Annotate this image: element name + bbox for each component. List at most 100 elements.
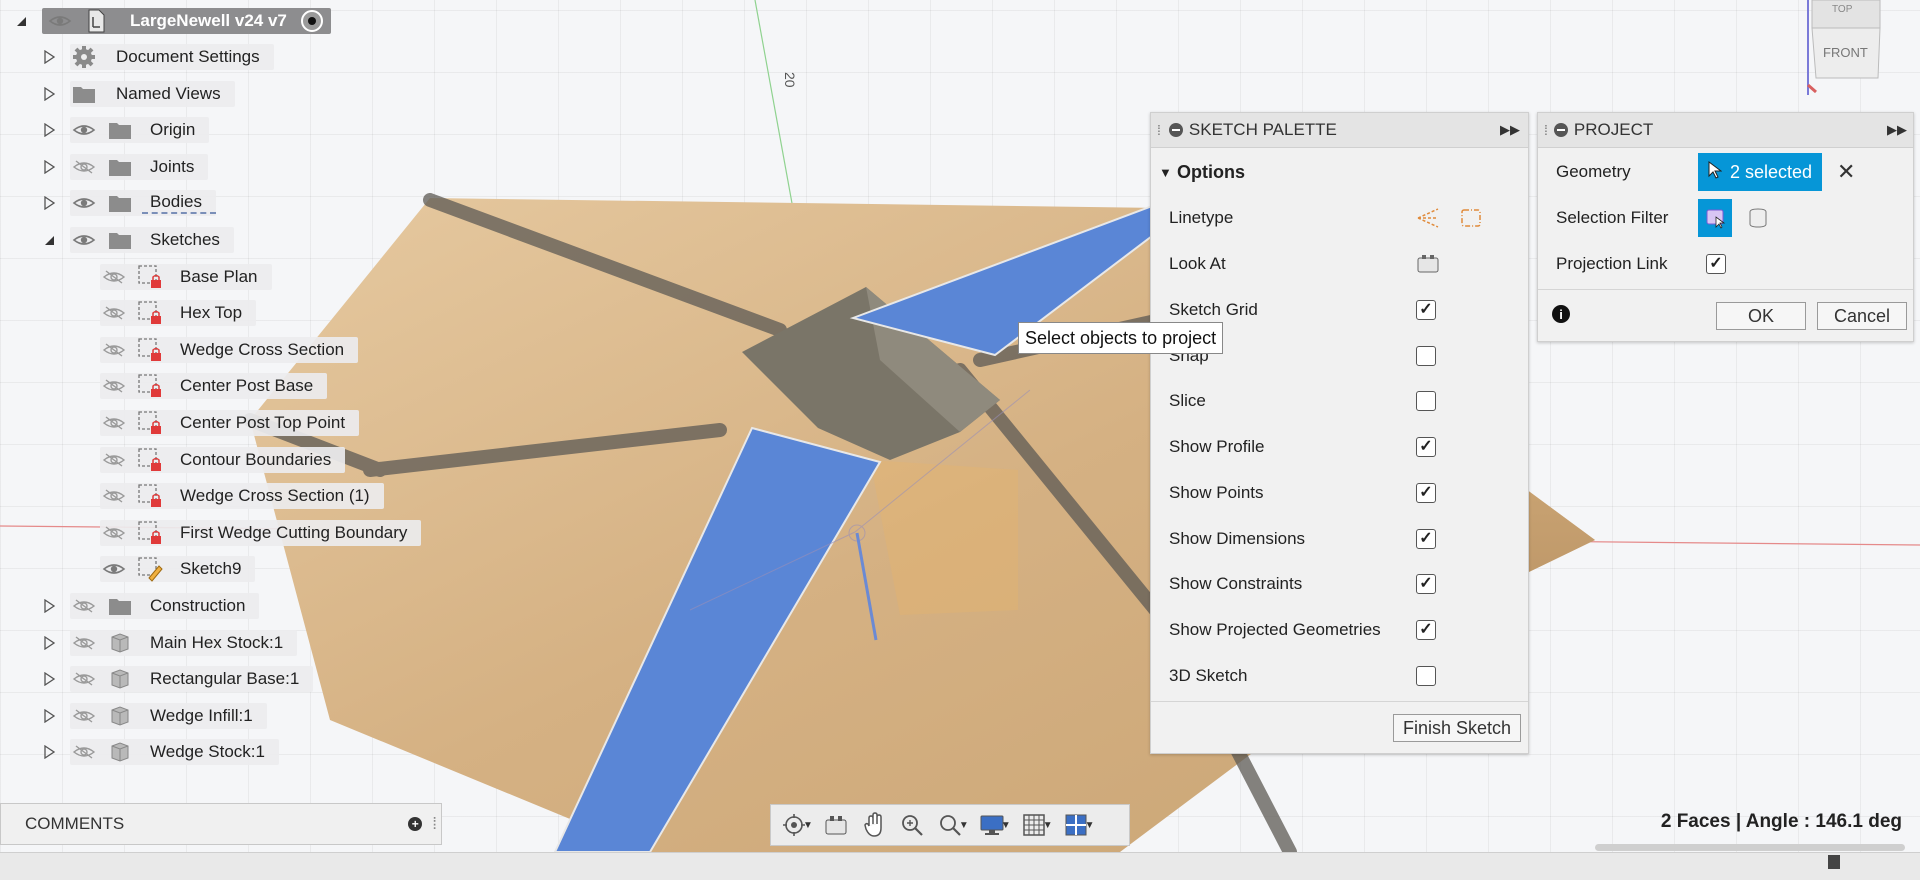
- palette-option-checkbox[interactable]: [1416, 619, 1436, 640]
- visibility-hidden-icon[interactable]: [70, 667, 98, 691]
- look-at-icon[interactable]: [1416, 252, 1440, 276]
- tree-expand-icon[interactable]: [42, 635, 56, 650]
- tree-collapse-icon[interactable]: [42, 233, 56, 247]
- project-dialog-header[interactable]: ⁞ PROJECT ▶▶: [1538, 113, 1913, 148]
- tree-item[interactable]: Main Hex Stock:1: [42, 628, 298, 658]
- ok-button[interactable]: OK: [1716, 302, 1806, 330]
- visibility-hidden-icon[interactable]: [100, 265, 128, 289]
- visibility-hidden-icon[interactable]: [70, 704, 98, 728]
- visibility-hidden-icon[interactable]: [100, 521, 128, 545]
- geometry-selection-button[interactable]: 2 selected: [1698, 153, 1822, 191]
- collapse-icon[interactable]: [1168, 123, 1183, 137]
- visibility-hidden-icon[interactable]: [100, 338, 128, 362]
- tree-item[interactable]: Joints: [42, 152, 209, 182]
- visibility-eye-icon[interactable]: [46, 9, 74, 33]
- tree-item[interactable]: Wedge Infill:1: [42, 701, 267, 731]
- tree-expand-icon[interactable]: [42, 159, 56, 174]
- specified-entities-filter-icon[interactable]: [1698, 199, 1732, 237]
- grip-icon[interactable]: ⁞: [1157, 122, 1161, 138]
- pan-icon[interactable]: [859, 810, 889, 840]
- construction-linetype-icon[interactable]: [1416, 206, 1440, 230]
- timeline-marker[interactable]: [1828, 855, 1840, 869]
- tree-item[interactable]: First Wedge Cutting Boundary: [100, 518, 422, 548]
- options-section-header[interactable]: ▼ Options: [1151, 149, 1528, 195]
- visibility-eye-icon[interactable]: [70, 191, 98, 215]
- tree-item[interactable]: Wedge Cross Section: [100, 335, 359, 365]
- look-at-icon[interactable]: [821, 810, 851, 840]
- visibility-hidden-icon[interactable]: [70, 594, 98, 618]
- viewports-dropdown-icon[interactable]: ▼: [1085, 820, 1095, 831]
- tree-item[interactable]: Construction: [42, 591, 260, 621]
- palette-option-checkbox[interactable]: [1416, 345, 1436, 366]
- tree-item[interactable]: Wedge Cross Section (1): [100, 481, 384, 511]
- visibility-hidden-icon[interactable]: [100, 301, 128, 325]
- tree-item-label: Joints: [150, 156, 195, 176]
- palette-option-checkbox[interactable]: [1416, 391, 1436, 412]
- zoom-icon[interactable]: [897, 810, 927, 840]
- visibility-eye-icon[interactable]: [70, 228, 98, 252]
- tree-collapse-icon[interactable]: [14, 14, 28, 28]
- tree-item[interactable]: Origin: [42, 115, 210, 145]
- tree-item[interactable]: Center Post Top Point: [100, 408, 360, 438]
- grid-dropdown-icon[interactable]: ▼: [1043, 820, 1053, 831]
- tree-item[interactable]: Bodies: [42, 188, 216, 218]
- clear-selection-icon[interactable]: ✕: [1837, 159, 1855, 185]
- tree-expand-icon[interactable]: [42, 599, 56, 613]
- tree-item[interactable]: Named Views: [42, 79, 235, 109]
- visibility-hidden-icon[interactable]: [100, 484, 128, 508]
- visibility-hidden-icon[interactable]: [70, 155, 98, 179]
- expand-arrows-icon[interactable]: ▶▶: [1500, 122, 1520, 138]
- tree-expand-icon[interactable]: [42, 196, 56, 211]
- finish-sketch-button[interactable]: Finish Sketch: [1393, 714, 1521, 742]
- tree-item[interactable]: Contour Boundaries: [100, 445, 346, 475]
- tree-expand-icon[interactable]: [42, 745, 56, 760]
- add-comment-icon[interactable]: +: [408, 817, 423, 831]
- palette-option-checkbox[interactable]: [1416, 300, 1436, 320]
- palette-option-checkbox[interactable]: [1416, 574, 1436, 595]
- bodies-filter-icon[interactable]: [1745, 205, 1771, 231]
- visibility-hidden-icon[interactable]: [100, 374, 128, 398]
- tree-item[interactable]: Sketch9: [100, 554, 256, 584]
- tree-item[interactable]: Document Settings: [42, 42, 274, 72]
- zoom-dropdown-icon[interactable]: ▼: [959, 820, 969, 831]
- projection-link-checkbox[interactable]: [1706, 254, 1726, 274]
- sketch-palette-header[interactable]: ⁞ SKETCH PALETTE ▶▶: [1151, 113, 1528, 148]
- tree-expand-icon[interactable]: [42, 708, 56, 723]
- palette-option-checkbox[interactable]: [1416, 437, 1436, 458]
- browser-root-row[interactable]: LargeNewell v24 v7: [14, 6, 331, 36]
- visibility-hidden-icon[interactable]: [70, 631, 98, 655]
- visibility-eye-icon[interactable]: [70, 118, 98, 142]
- active-radio-icon[interactable]: [300, 10, 323, 32]
- display-settings-dropdown-icon[interactable]: ▼: [1001, 820, 1011, 831]
- grip-icon[interactable]: ⁞: [432, 814, 437, 834]
- chevron-down-icon[interactable]: ▼: [1159, 165, 1172, 180]
- grip-icon[interactable]: ⁞: [1544, 122, 1548, 138]
- tree-expand-icon[interactable]: [42, 50, 56, 64]
- centerline-linetype-icon[interactable]: [1459, 206, 1483, 230]
- visibility-hidden-icon[interactable]: [100, 448, 128, 472]
- visibility-eye-icon[interactable]: [100, 557, 128, 581]
- palette-option-checkbox[interactable]: [1416, 665, 1436, 686]
- tree-item[interactable]: Rectangular Base:1: [42, 664, 314, 694]
- tree-item[interactable]: Center Post Base: [100, 371, 328, 401]
- timeline-scrollbar[interactable]: [1595, 844, 1905, 851]
- tree-item[interactable]: Base Plan: [100, 262, 272, 292]
- palette-option-checkbox[interactable]: [1416, 482, 1436, 503]
- tree-expand-icon[interactable]: [42, 86, 56, 101]
- visibility-hidden-icon[interactable]: [70, 740, 98, 764]
- project-dialog-title: PROJECT: [1573, 120, 1654, 139]
- info-icon[interactable]: i: [1552, 305, 1570, 323]
- tree-expand-icon[interactable]: [42, 672, 56, 687]
- cancel-button[interactable]: Cancel: [1817, 302, 1907, 330]
- tree-expand-icon[interactable]: [42, 123, 56, 138]
- tree-item[interactable]: Wedge Stock:1: [42, 737, 279, 767]
- collapse-icon[interactable]: [1553, 123, 1568, 137]
- tree-item[interactable]: Hex Top: [100, 298, 257, 328]
- timeline-bar[interactable]: [0, 844, 1920, 880]
- orbit-dropdown-icon[interactable]: ▼: [803, 820, 813, 831]
- tree-item[interactable]: Sketches: [42, 225, 234, 255]
- expand-arrows-icon[interactable]: ▶▶: [1887, 122, 1907, 138]
- visibility-hidden-icon[interactable]: [100, 411, 128, 435]
- comments-panel[interactable]: COMMENTS + ⁞: [0, 803, 442, 845]
- palette-option-checkbox[interactable]: [1416, 528, 1436, 549]
